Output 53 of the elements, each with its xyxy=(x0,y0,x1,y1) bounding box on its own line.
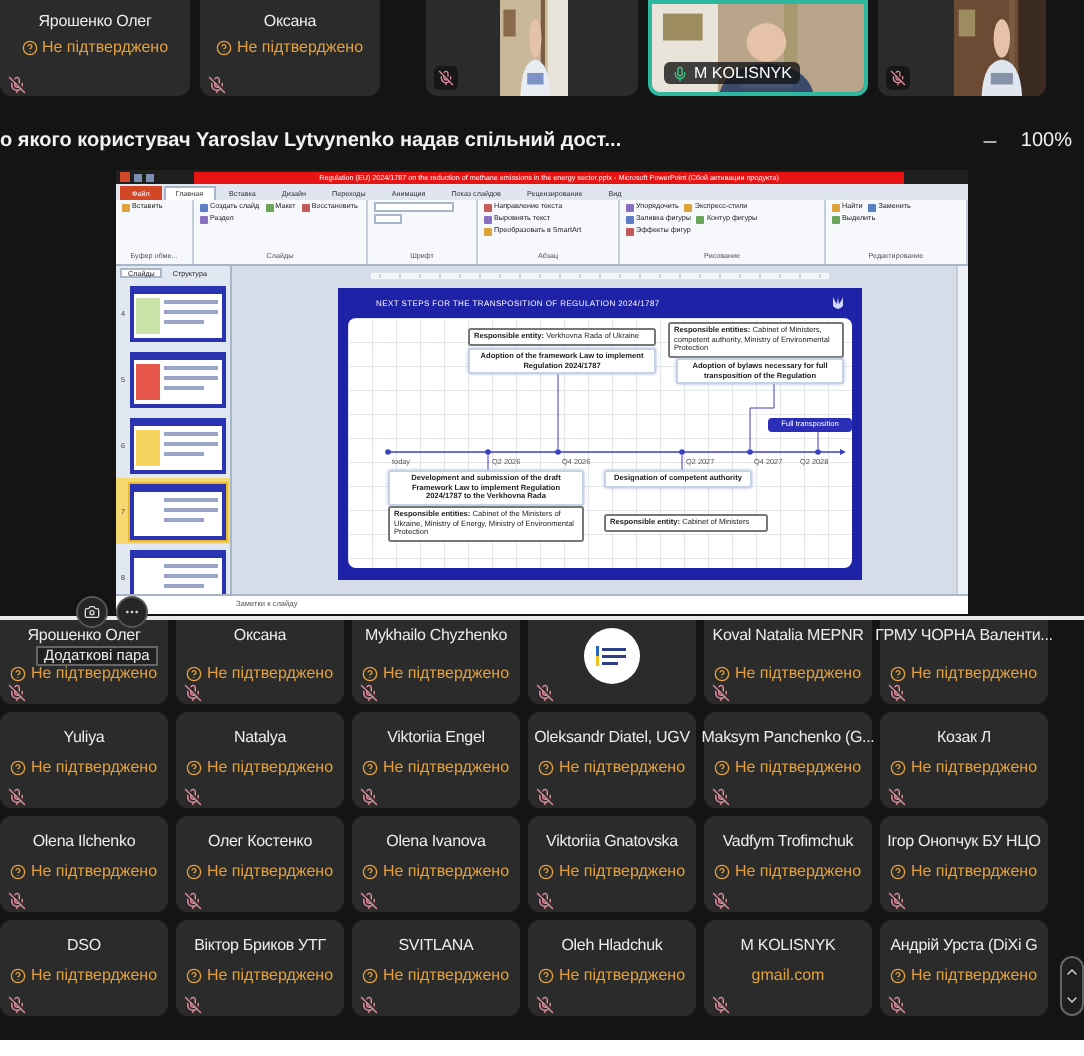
status-text: Не підтверджено xyxy=(362,862,510,882)
zoom-level: 100% xyxy=(1020,130,1072,152)
participant-name: Vadfym Trofimchuk xyxy=(722,832,854,852)
participant-name: Olena Ilchenko xyxy=(32,832,136,852)
participant-name: Natalya xyxy=(233,728,287,748)
status-text: Не підтверджено xyxy=(890,664,1038,684)
status-text: Не підтверджено xyxy=(216,38,364,58)
status-text: Не підтверджено xyxy=(538,966,686,986)
participant-name: M KOLISNYK xyxy=(664,62,800,84)
status-text: Не підтверджено xyxy=(186,966,334,986)
participant-name: Оксана xyxy=(263,12,317,32)
participant-name: Оксана xyxy=(233,626,287,646)
status-text: Не підтверджено xyxy=(890,758,1038,778)
status-text: Не підтверджено xyxy=(21,38,169,58)
participant-name: Yuliya xyxy=(63,728,105,748)
status-text: Не підтверджено xyxy=(890,966,1038,986)
participant-name: Maksym Panchenko (G... xyxy=(701,728,875,748)
status-text: Не підтверджено xyxy=(538,758,686,778)
participant-name: M KOLISNYK xyxy=(740,936,836,956)
participant-name: Ярошенко Олег xyxy=(27,626,141,646)
participant-name: Олег Костенко xyxy=(207,832,313,852)
status-text: Не підтверджено xyxy=(362,664,510,684)
status-text: Не підтверджено xyxy=(362,758,510,778)
participant-name: ГРМУ ЧОРНА Валенти... xyxy=(875,626,1053,646)
participant-name: Olena Ivanova xyxy=(386,832,486,852)
email-text: gmail.com xyxy=(751,966,825,986)
status-text: Не підтверджено xyxy=(10,966,158,986)
status-text: Не підтверджено xyxy=(186,758,334,778)
status-text: Не підтверджено xyxy=(714,862,862,882)
status-text: Не підтверджено xyxy=(186,664,334,684)
participant-name: Viktoriia Gnatovska xyxy=(546,832,678,852)
participant-name: Андрій Урста (DiXi G xyxy=(890,936,1038,956)
status-text: Не підтверджено xyxy=(10,664,158,684)
participant-name: Koval Natalia MEPNR xyxy=(712,626,864,646)
participant-name: Віктор Бриков УТГ xyxy=(194,936,326,956)
participant-name: SVITLANA xyxy=(398,936,474,956)
status-text: Не підтверджено xyxy=(10,758,158,778)
status-text: Не підтверджено xyxy=(890,862,1038,882)
status-text: Не підтверджено xyxy=(714,758,862,778)
participant-name: Oleksandr Diatel, UGV xyxy=(534,728,690,748)
participant-name: Ігор Онопчук БУ НЦО xyxy=(887,832,1041,852)
status-text: Не підтверджено xyxy=(714,664,862,684)
status-text: Не підтверджено xyxy=(186,862,334,882)
status-text: Не підтверджено xyxy=(538,862,686,882)
status-text: Не підтверджено xyxy=(10,862,158,882)
participant-name: Viktoriia Engel xyxy=(387,728,485,748)
status-text: Не підтверджено xyxy=(362,966,510,986)
participant-name: Ярошенко Олег xyxy=(38,12,152,32)
participant-name: Oleh Hladchuk xyxy=(561,936,663,956)
participant-name: Козак Л xyxy=(936,728,992,748)
participant-name: Mykhailo Chyzhenko xyxy=(364,626,508,646)
participant-name: DSO xyxy=(67,936,101,956)
share-caption: о якого користувач Yaroslav Lytvynenko надав спільний дост... xyxy=(0,130,622,152)
